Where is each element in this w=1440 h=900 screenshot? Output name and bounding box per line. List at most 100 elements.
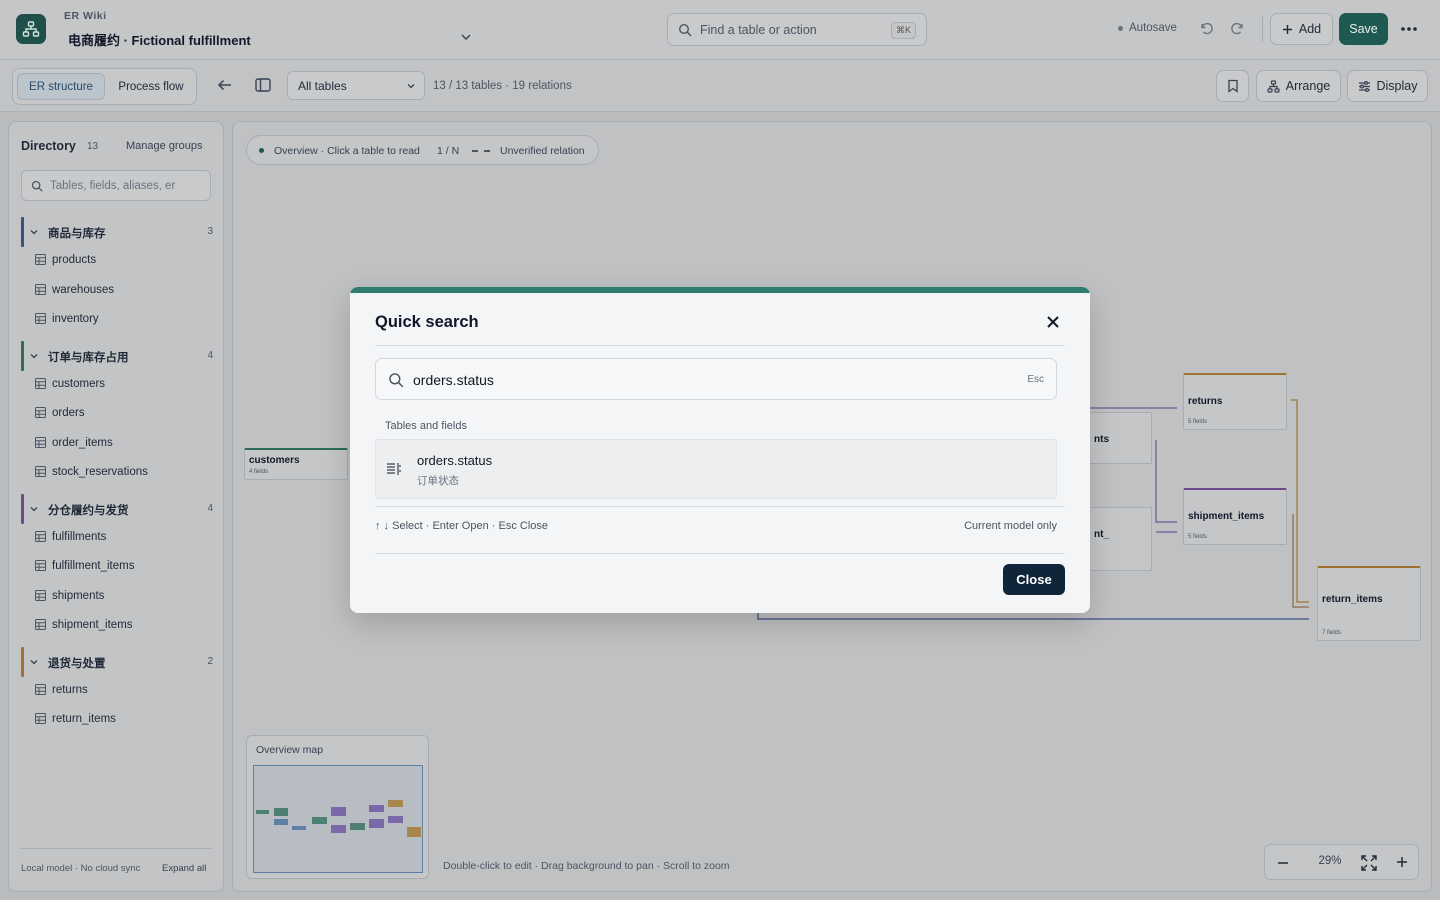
- hierarchy-icon: [1267, 79, 1280, 93]
- result-title: orders.status: [417, 453, 493, 468]
- search-result-item[interactable]: orders.status 订单状态: [375, 439, 1057, 499]
- expand-all-button[interactable]: Expand all: [162, 863, 206, 874]
- manage-groups-button[interactable]: Manage groups: [126, 140, 202, 152]
- table-icon: [35, 284, 46, 295]
- model-title[interactable]: 电商履约 · Fictional fulfillment: [68, 30, 251, 49]
- display-label: Display: [1376, 79, 1418, 93]
- table-card-returns[interactable]: returns 5 fields: [1183, 373, 1287, 430]
- global-search-input[interactable]: Find a table or action ⌘K: [667, 13, 927, 46]
- fit-screen-icon[interactable]: [1359, 853, 1379, 873]
- quick-search-input[interactable]: orders.status Esc: [375, 358, 1057, 400]
- table-field-count: 5 fields: [1188, 419, 1208, 425]
- table-icon: [35, 684, 46, 695]
- field-list-icon: [387, 463, 401, 475]
- item-label: warehouses: [52, 284, 115, 296]
- directory-search-input[interactable]: Tables, fields, aliases, er: [21, 170, 211, 201]
- table-filter-select[interactable]: All tables: [287, 71, 425, 100]
- table-icon: [35, 378, 46, 389]
- table-name: shipment_items: [1188, 511, 1265, 522]
- keyboard-hint: ↑ ↓ Select · Enter Open · Esc Close: [375, 520, 549, 532]
- table-icon: [35, 560, 46, 571]
- close-icon[interactable]: [1044, 313, 1062, 331]
- sidebar-toggle-icon[interactable]: [254, 76, 272, 94]
- dialog-title: Quick search: [375, 313, 479, 331]
- zoom-level: 29%: [1318, 855, 1342, 867]
- autosave-label: Autosave: [1129, 22, 1177, 34]
- table-name: returns: [1188, 396, 1223, 407]
- table-count: 13 / 13 tables · 19 relations: [433, 80, 572, 92]
- search-icon: [389, 373, 404, 388]
- group-color-bar: [21, 494, 24, 524]
- zoom-out-icon[interactable]: [1276, 855, 1290, 869]
- group-name: 退货与处置: [48, 658, 106, 670]
- app-logo[interactable]: [16, 14, 46, 44]
- top-bar: ER Wiki 电商履约 · Fictional fulfillment Fin…: [0, 0, 1440, 60]
- diagram-icon: [22, 21, 40, 37]
- group-name: 订单与库存占用: [48, 352, 129, 364]
- table-icon: [35, 713, 46, 724]
- item-label: fulfillments: [52, 531, 107, 543]
- table-card-shipment-items[interactable]: shipment_items 5 fields: [1183, 488, 1287, 545]
- directory-count: 13: [87, 141, 99, 152]
- search-icon: [31, 180, 43, 192]
- results-section-label: Tables and fields: [385, 420, 467, 432]
- tab-er-structure[interactable]: ER structure: [17, 73, 105, 100]
- table-filter-value: All tables: [298, 79, 347, 93]
- table-name: customers: [249, 455, 300, 466]
- table-card-return-items[interactable]: return_items 7 fields: [1317, 566, 1421, 641]
- close-button[interactable]: Close: [1003, 564, 1065, 595]
- group-header[interactable]: 退货与处置 2: [21, 647, 213, 677]
- item-label: shipments: [52, 590, 105, 602]
- table-icon: [35, 466, 46, 477]
- group-header[interactable]: 商品与库存 3: [21, 217, 213, 247]
- arrange-button[interactable]: Arrange: [1256, 70, 1341, 102]
- add-button[interactable]: Add: [1270, 13, 1333, 45]
- overview-viewport[interactable]: [253, 765, 423, 873]
- group-color-bar: [21, 341, 24, 371]
- item-label: return_items: [52, 713, 116, 725]
- redo-icon[interactable]: [1230, 20, 1246, 36]
- status-dot-icon: [1118, 25, 1123, 31]
- item-label: inventory: [52, 313, 99, 325]
- sliders-icon: [1358, 80, 1370, 92]
- overview-map[interactable]: Overview map: [246, 735, 429, 879]
- table-field-count: 7 fields: [1322, 630, 1342, 636]
- divider: [375, 345, 1065, 346]
- zoom-in-icon[interactable]: [1395, 855, 1409, 869]
- sync-status: Local model · No cloud sync: [21, 863, 141, 874]
- more-icon[interactable]: [1398, 20, 1420, 38]
- table-card-fulfillment-items[interactable]: nt_: [1089, 507, 1152, 571]
- table-card-customers[interactable]: customers 4 fields: [244, 448, 348, 480]
- table-icon: [35, 619, 46, 630]
- search-icon: [678, 23, 692, 37]
- item-label: customers: [52, 378, 106, 390]
- item-label: products: [52, 254, 97, 266]
- table-icon: [35, 437, 46, 448]
- group-name: 分仓履约与发货: [48, 505, 129, 517]
- zoom-controls: 29%: [1264, 844, 1419, 880]
- table-icon: [35, 407, 46, 418]
- item-label: shipment_items: [52, 619, 133, 631]
- table-icon: [35, 531, 46, 542]
- chevron-down-icon[interactable]: [459, 30, 473, 44]
- scope-hint: Current model only: [964, 520, 1057, 532]
- arrow-left-icon[interactable]: [216, 76, 234, 94]
- table-field-count: 5 fields: [1188, 534, 1208, 540]
- arrange-label: Arrange: [1285, 79, 1331, 93]
- group-header[interactable]: 订单与库存占用 4: [21, 341, 213, 371]
- group-header[interactable]: 分仓履约与发货 4: [21, 494, 213, 524]
- tab-process-flow[interactable]: Process flow: [109, 73, 193, 100]
- group-color-bar: [21, 217, 24, 247]
- undo-icon[interactable]: [1198, 20, 1214, 36]
- display-button[interactable]: Display: [1347, 70, 1428, 102]
- bookmark-icon: [1227, 79, 1238, 93]
- chevron-down-icon: [30, 354, 38, 359]
- shortcut-badge: ⌘K: [890, 22, 916, 39]
- bookmark-button[interactable]: [1216, 70, 1249, 102]
- save-button[interactable]: Save: [1339, 13, 1388, 45]
- table-card-fulfillments[interactable]: nts: [1089, 412, 1152, 464]
- table-icon: [35, 254, 46, 265]
- table-name: return_items: [1322, 594, 1383, 605]
- global-search-placeholder: Find a table or action: [700, 23, 817, 37]
- divider: [375, 553, 1065, 554]
